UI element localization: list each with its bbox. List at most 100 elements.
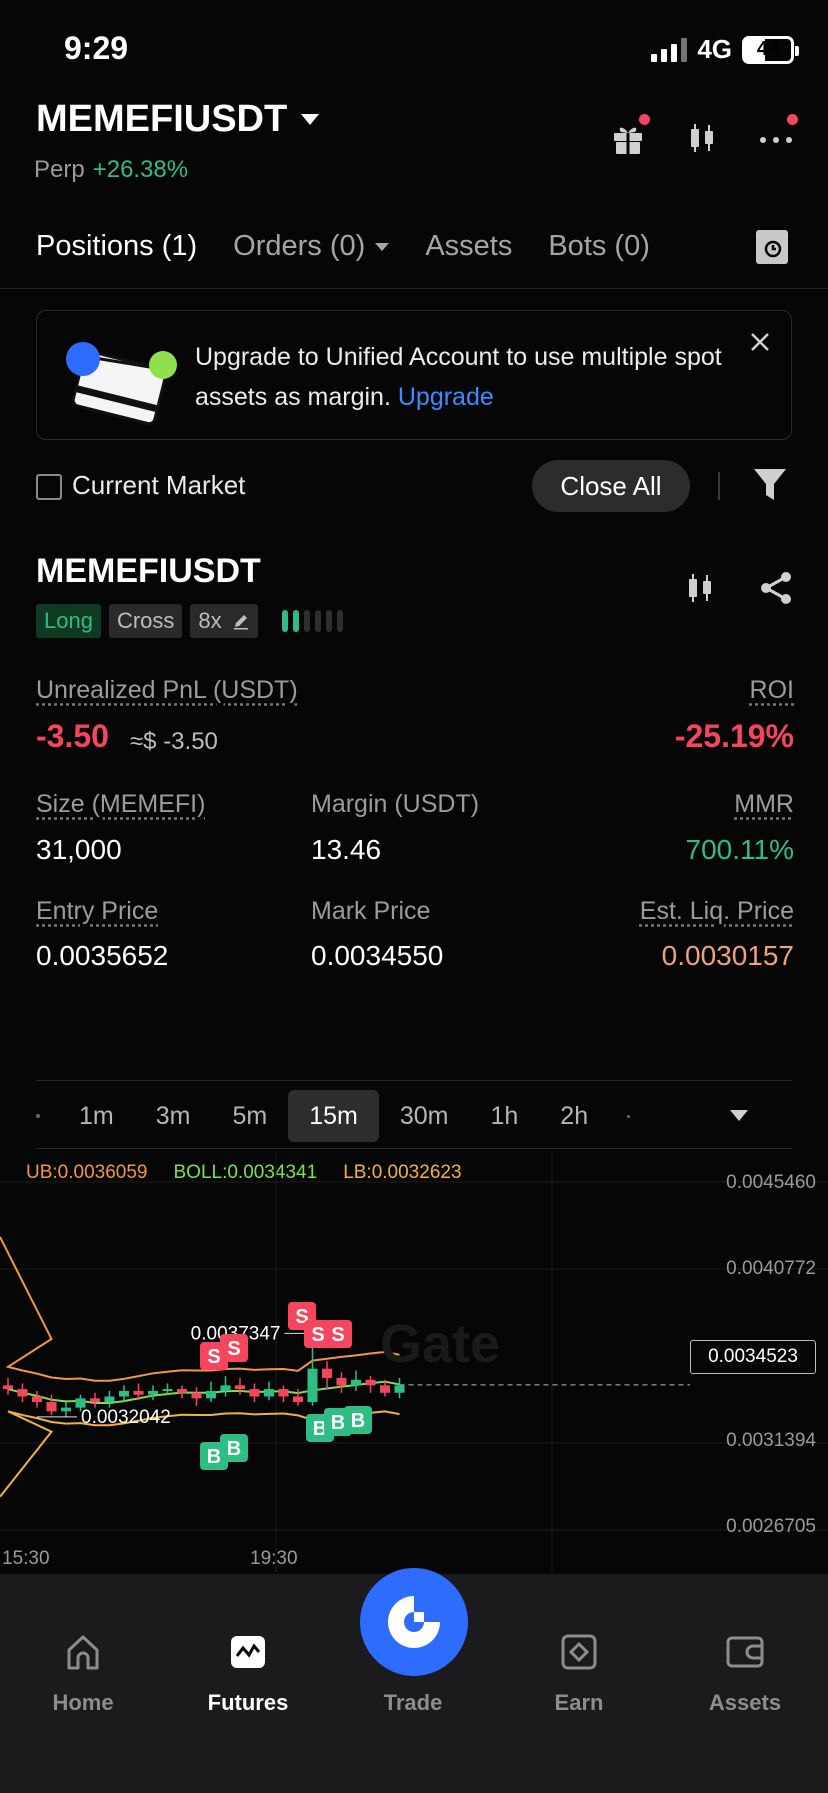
candle-body — [148, 1390, 158, 1395]
battery-icon: 44 — [742, 35, 799, 64]
tab-label: Assets — [425, 230, 513, 262]
more-icon[interactable] — [758, 114, 798, 156]
liq-price-value: 0.0030157 — [661, 940, 794, 971]
assets-icon — [726, 1636, 764, 1668]
divider — [36, 1148, 792, 1149]
mmr-value: 700.11% — [685, 834, 794, 865]
candle-body — [133, 1390, 144, 1395]
divider — [718, 472, 720, 500]
nav-label: Assets — [708, 1690, 782, 1715]
header-actions — [610, 114, 798, 156]
leverage-value: 8x — [198, 608, 222, 633]
y-tick: 0.0026705 — [726, 1516, 816, 1537]
candle-body — [293, 1396, 303, 1403]
close-all-button[interactable]: Close All — [532, 460, 690, 512]
timeframe-selector: 1m 3m 5m 15m 30m 1h 2h — [36, 1090, 631, 1142]
candle-body — [394, 1385, 405, 1393]
nav-assets[interactable]: Assets — [675, 1632, 815, 1716]
candle-body — [365, 1379, 376, 1386]
pair-subtitle: Perp +26.38% — [34, 156, 188, 184]
pair-selector[interactable]: MEMEFIUSDT — [36, 98, 320, 141]
share-icon[interactable] — [758, 570, 794, 606]
candle-body — [177, 1389, 187, 1393]
buy-marker-label: B — [351, 1410, 365, 1432]
nav-trade[interactable]: Trade — [343, 1690, 483, 1716]
candle-body — [322, 1368, 332, 1378]
current-market-checkbox[interactable] — [36, 474, 62, 500]
unrealized-pnl-label[interactable]: Unrealized PnL (USDT) — [36, 676, 298, 705]
filter-icon[interactable] — [752, 466, 788, 504]
divider — [0, 288, 828, 289]
timeframe-3m[interactable]: 3m — [135, 1090, 212, 1142]
nav-futures[interactable]: Futures — [178, 1632, 318, 1716]
timeframe-1h[interactable]: 1h — [469, 1090, 539, 1142]
pair-name: MEMEFIUSDT — [36, 98, 288, 140]
nav-earn[interactable]: Earn — [509, 1632, 649, 1716]
timeframe-2h[interactable]: 2h — [539, 1090, 609, 1142]
candlestick-chart-icon[interactable] — [684, 120, 720, 156]
timeframe-5m[interactable]: 5m — [211, 1090, 288, 1142]
chevron-down-icon[interactable] — [730, 1110, 748, 1121]
timeframe-30m[interactable]: 30m — [379, 1090, 470, 1142]
size-label[interactable]: Size (MEMEFI) — [36, 790, 205, 819]
earn-icon — [561, 1634, 597, 1670]
upgrade-banner: Upgrade to Unified Account to use multip… — [36, 310, 792, 440]
position-tabs: Positions (1) Orders (0) Assets Bots (0) — [36, 230, 794, 264]
history-icon[interactable] — [756, 230, 788, 264]
tab-label: Bots (0) — [548, 230, 650, 262]
candle-body — [32, 1396, 42, 1403]
entry-price-value: 0.0035652 — [36, 940, 169, 971]
tab-assets[interactable]: Assets — [425, 230, 512, 263]
trade-button[interactable] — [360, 1568, 468, 1676]
candle-body — [220, 1385, 231, 1391]
candle-body — [351, 1379, 361, 1386]
sell-marker-label: S — [311, 1324, 324, 1346]
position-actions — [682, 570, 794, 606]
candle-body — [307, 1368, 318, 1403]
upgrade-link[interactable]: Upgrade — [398, 383, 494, 411]
divider — [36, 1080, 792, 1081]
network-type: 4G — [697, 34, 732, 64]
candle-body — [249, 1389, 260, 1397]
nav-home[interactable]: Home — [13, 1632, 153, 1716]
close-icon[interactable] — [747, 329, 773, 355]
current-market-label: Current Market — [72, 470, 246, 500]
buy-marker-label: B — [331, 1412, 345, 1434]
candle-body — [119, 1390, 129, 1397]
candle-body — [17, 1389, 28, 1397]
nav-label: Home — [52, 1690, 114, 1715]
status-time: 9:29 — [64, 30, 129, 66]
mark-price-label: Mark Price — [311, 897, 431, 925]
margin-value: 13.46 — [311, 834, 382, 865]
position-symbol: MEMEFIUSDT — [36, 552, 261, 590]
candlestick-chart-icon[interactable] — [682, 570, 718, 606]
buy-marker-label: B — [227, 1438, 241, 1460]
candle-body — [104, 1396, 115, 1403]
y-tick: 0.0031394 — [726, 1430, 816, 1451]
tab-label: Orders (0) — [233, 230, 366, 262]
timeframe-1m[interactable]: 1m — [58, 1090, 135, 1142]
tab-positions[interactable]: Positions (1) — [36, 230, 197, 263]
leverage-badge[interactable]: 8x — [190, 604, 258, 638]
y-tick: 0.0045460 — [726, 1172, 816, 1193]
candle-body — [336, 1377, 347, 1386]
nav-label: Trade — [383, 1690, 443, 1715]
futures-icon — [231, 1636, 265, 1668]
margin-mode-badge: Cross — [108, 604, 183, 638]
candle-body — [235, 1385, 245, 1390]
current-price-label: 0.0034523 — [690, 1340, 816, 1374]
candle-body — [90, 1398, 100, 1403]
tab-bots[interactable]: Bots (0) — [548, 230, 650, 263]
timeframe-15m[interactable]: 15m — [288, 1090, 379, 1142]
buy-marker-label: B — [207, 1446, 221, 1468]
roi-label[interactable]: ROI — [750, 676, 794, 705]
mmr-label[interactable]: MMR — [734, 790, 794, 819]
unrealized-pnl-value: -3.50 — [36, 718, 109, 754]
signal-icon — [651, 37, 688, 62]
tab-orders[interactable]: Orders (0) — [233, 230, 390, 263]
chevron-down-icon — [301, 114, 320, 125]
gift-icon[interactable] — [610, 114, 650, 156]
liq-price-label[interactable]: Est. Liq. Price — [640, 897, 794, 926]
notification-dot — [787, 114, 798, 125]
entry-price-label[interactable]: Entry Price — [36, 897, 158, 926]
